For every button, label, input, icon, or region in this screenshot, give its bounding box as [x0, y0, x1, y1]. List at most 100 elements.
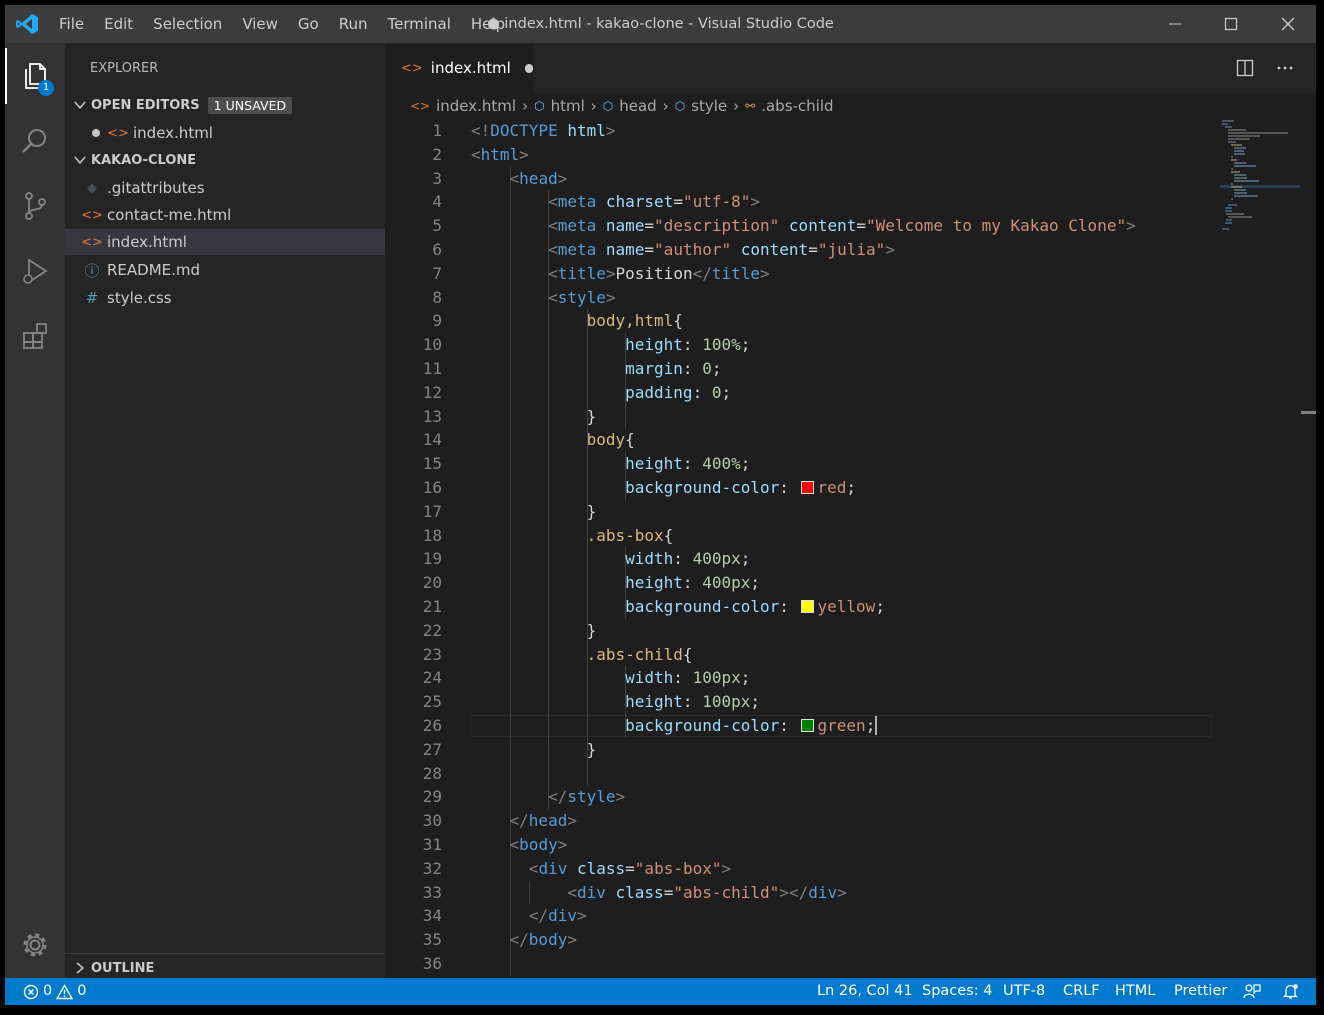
code-line[interactable]: 17 } — [385, 500, 1316, 524]
html-icon: <> — [410, 99, 431, 113]
minimize-button[interactable] — [1147, 5, 1203, 43]
code-line[interactable]: 23 .abs-child{ — [385, 643, 1316, 667]
file-item[interactable]: # style.css — [65, 285, 385, 311]
outline-header[interactable]: OUTLINE — [65, 956, 385, 980]
file-item[interactable]: ◆ .gitattributes — [65, 175, 385, 201]
tab-index-html[interactable]: <> index.html — [385, 43, 533, 93]
activity-explorer[interactable]: 1 — [5, 46, 65, 106]
open-editors-label: OPEN EDITORS — [91, 97, 200, 113]
open-editors-header[interactable]: OPEN EDITORS 1 UNSAVED — [65, 93, 385, 117]
code-line[interactable]: 1 <!DOCTYPE html> — [385, 119, 1316, 143]
file-item[interactable]: ⓘ README.md — [65, 257, 385, 283]
menu-go[interactable]: Go — [288, 5, 329, 43]
code-line[interactable]: 21 background-color: yellow; — [385, 595, 1316, 619]
activity-search[interactable] — [5, 111, 65, 171]
scrollbar-position-marker[interactable] — [1301, 411, 1316, 414]
menu-view[interactable]: View — [232, 5, 288, 43]
encoding[interactable]: UTF-8 — [1003, 978, 1045, 1005]
code-line[interactable]: 11 margin: 0; — [385, 357, 1316, 381]
code-line[interactable]: 4 <meta charset="utf-8"> — [385, 190, 1316, 214]
file-name: index.html — [107, 233, 187, 251]
color-swatch-icon[interactable] — [800, 719, 814, 732]
breadcrumb-selector[interactable]: ⚯ .abs-child — [745, 97, 833, 115]
breadcrumb-head[interactable]: ⬡ head — [603, 97, 657, 115]
code-line[interactable]: 9 body,html{ — [385, 309, 1316, 333]
code-line[interactable]: 13 } — [385, 405, 1316, 429]
breadcrumb-html[interactable]: ⬡ html — [534, 97, 585, 115]
activity-settings[interactable] — [5, 915, 65, 975]
chevron-right-icon — [69, 962, 91, 974]
open-editor-item[interactable]: <> index.html — [65, 120, 385, 146]
minimap[interactable] — [1220, 119, 1300, 239]
code-line[interactable]: 22 } — [385, 619, 1316, 643]
code-line[interactable]: 5 <meta name="description" content="Welc… — [385, 214, 1316, 238]
activity-run-debug[interactable] — [5, 241, 65, 301]
code-line[interactable]: 15 height: 400%; — [385, 452, 1316, 476]
line-content: .abs-child{ — [586, 644, 693, 664]
menu-edit[interactable]: Edit — [94, 5, 143, 43]
line-ending[interactable]: CRLF — [1063, 978, 1100, 1005]
unsaved-dot-icon[interactable] — [524, 63, 533, 73]
breadcrumb-style[interactable]: ⬡ style — [675, 97, 727, 115]
cursor-position[interactable]: Ln 26, Col 41 — [817, 978, 913, 1005]
line-content: </style> — [548, 787, 626, 807]
breadcrumb-file[interactable]: <> index.html — [410, 97, 516, 115]
color-swatch-icon[interactable] — [800, 600, 814, 613]
code-line[interactable]: 19 width: 400px; — [385, 547, 1316, 571]
code-line[interactable]: 28 — [385, 762, 1316, 786]
maximize-button[interactable] — [1203, 5, 1259, 43]
menu-terminal[interactable]: Terminal — [378, 5, 461, 43]
line-content: <html> — [471, 144, 529, 164]
code-line[interactable]: 26 background-color: green; — [385, 714, 1316, 738]
code-line[interactable]: 30 </head> — [385, 809, 1316, 833]
file-item[interactable]: <> contact-me.html — [65, 202, 385, 228]
feedback-button[interactable] — [1243, 983, 1261, 1000]
close-button[interactable] — [1260, 5, 1316, 43]
code-line[interactable]: 14 body{ — [385, 428, 1316, 452]
split-editor-button[interactable] — [1232, 55, 1258, 81]
code-line[interactable]: 12 padding: 0; — [385, 381, 1316, 405]
code-line[interactable]: 3 <head> — [385, 167, 1316, 191]
code-line[interactable]: 2 <html> — [385, 143, 1316, 167]
code-line[interactable]: 35 </body> — [385, 928, 1316, 952]
code-line[interactable]: 8 <style> — [385, 286, 1316, 310]
menu-file[interactable]: File — [49, 5, 94, 43]
problems-indicator[interactable]: 0 0 — [23, 978, 86, 1005]
file-name: README.md — [107, 261, 201, 279]
menu-help[interactable]: Help — [461, 5, 515, 43]
activity-extensions[interactable] — [5, 306, 65, 366]
formatter[interactable]: Prettier — [1174, 978, 1227, 1005]
code-line[interactable]: 16 background-color: red; — [385, 476, 1316, 500]
code-line[interactable]: 32 <div class="abs-box"> — [385, 857, 1316, 881]
notifications-button[interactable] — [1282, 983, 1299, 1000]
language-mode[interactable]: HTML — [1115, 978, 1155, 1005]
indentation[interactable]: Spaces: 4 — [922, 978, 992, 1005]
activity-source-control[interactable] — [5, 176, 65, 236]
more-actions-button[interactable] — [1272, 55, 1298, 81]
code-line[interactable]: 27 } — [385, 738, 1316, 762]
code-line[interactable]: 31 <body> — [385, 833, 1316, 857]
project-label: KAKAO-CLONE — [91, 152, 197, 168]
code-line[interactable]: 29 </style> — [385, 785, 1316, 809]
code-line[interactable]: 36 — [385, 952, 1316, 976]
line-number: 20 — [422, 573, 442, 593]
file-item-selected[interactable]: <> index.html — [65, 229, 385, 255]
menu-run[interactable]: Run — [329, 5, 378, 43]
code-line[interactable]: 20 height: 400px; — [385, 571, 1316, 595]
line-content: </head> — [509, 811, 577, 831]
code-line[interactable]: 34 </div> — [385, 904, 1316, 928]
code-line[interactable]: 7 <title>Position</title> — [385, 262, 1316, 286]
color-swatch-icon[interactable] — [800, 481, 814, 494]
code-line[interactable]: 18 .abs-box{ — [385, 524, 1316, 548]
project-header[interactable]: KAKAO-CLONE — [65, 148, 385, 172]
code-line[interactable]: 10 height: 100%; — [385, 333, 1316, 357]
chevron-right-icon: › — [662, 97, 669, 115]
code-line[interactable]: 33 <div class="abs-child"></div> — [385, 881, 1316, 905]
code-line[interactable]: 25 height: 100px; — [385, 690, 1316, 714]
code-line[interactable]: 24 width: 100px; — [385, 666, 1316, 690]
line-number: 9 — [432, 311, 442, 331]
line-number: 27 — [422, 739, 442, 759]
menu-selection[interactable]: Selection — [143, 5, 232, 43]
code-area[interactable]: 1 <!DOCTYPE html> 2 <html> 3 <head> 4 <meta c… — [385, 119, 1316, 978]
code-line[interactable]: 6 <meta name="author" content="julia"> — [385, 238, 1316, 262]
